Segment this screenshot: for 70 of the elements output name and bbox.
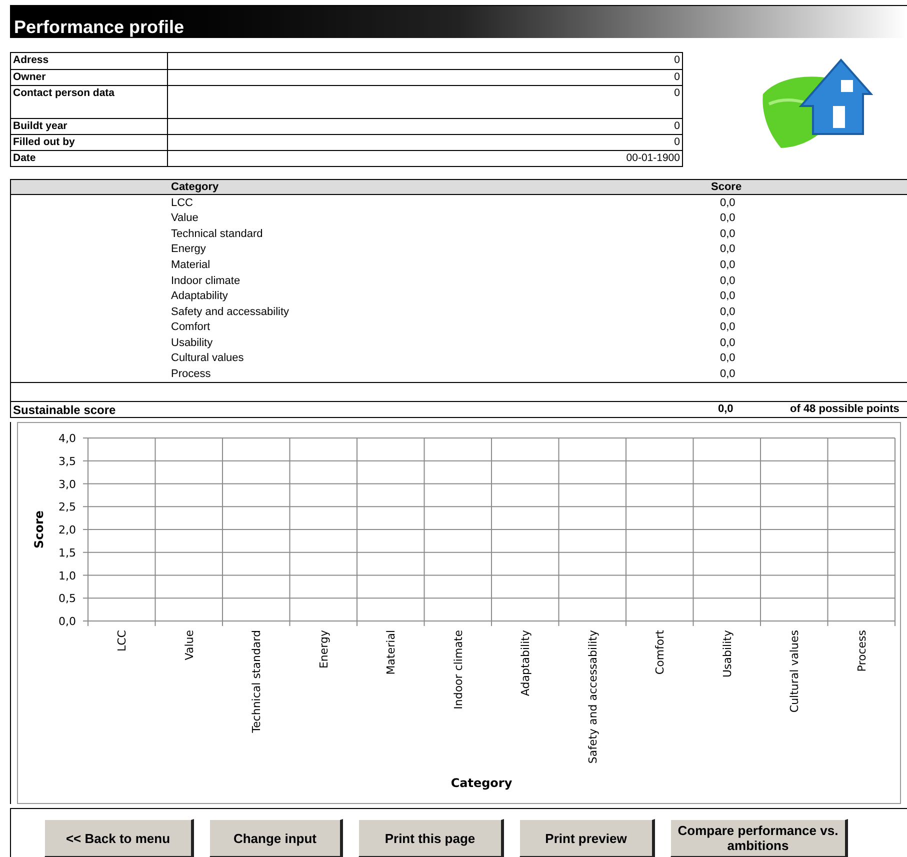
x-tick-label: Energy xyxy=(317,630,330,669)
info-value: 0 xyxy=(674,54,680,68)
summary-note: of 48 possible points xyxy=(790,402,900,418)
action-button[interactable]: Print preview xyxy=(519,819,655,857)
info-label: Contact person data xyxy=(13,87,116,100)
y-tick-label: 3,5 xyxy=(58,455,76,468)
x-tick-label: Cultural values xyxy=(788,630,802,713)
score-cell-text: 0,0 xyxy=(720,351,736,366)
action-button[interactable]: Compare performance vs. ambitions xyxy=(670,819,848,857)
column-header: Score xyxy=(711,180,742,195)
info-label: Owner xyxy=(13,71,47,84)
x-tick-label: Usability xyxy=(720,630,734,678)
info-label: Filled out by xyxy=(13,136,76,149)
y-tick-label: 2,5 xyxy=(58,500,76,514)
x-tick-label: Process xyxy=(855,630,868,672)
score-cell-text: 0,0 xyxy=(720,196,736,211)
page-title: Performance profile xyxy=(14,18,184,36)
summary-score: 0,0 xyxy=(718,402,734,418)
category-cell-text: Cultural values xyxy=(171,351,245,366)
category-cell-text: Value xyxy=(171,211,200,226)
category-cell-text: Comfort xyxy=(171,320,212,336)
category-cell-text: Energy xyxy=(171,242,207,258)
action-button[interactable]: << Back to menu xyxy=(44,819,194,857)
summary-label: Sustainable score xyxy=(13,402,117,419)
y-tick-label: 0,5 xyxy=(58,592,76,606)
category-cell-text: Usability xyxy=(171,336,214,351)
category-cell-text: Material xyxy=(171,258,212,273)
score-cell-text: 0,0 xyxy=(720,289,736,304)
score-cell-text: 0,0 xyxy=(720,320,736,336)
x-tick-label: Technical standard xyxy=(250,630,264,733)
x-tick-label: Value xyxy=(182,630,196,660)
x-tick-label: Indoor climate xyxy=(452,630,465,710)
category-cell-text: Process xyxy=(171,367,212,382)
score-cell-text: 0,0 xyxy=(720,274,736,289)
y-tick-label: 4,0 xyxy=(58,432,76,446)
y-tick-label: 2,0 xyxy=(58,524,76,537)
y-tick-label: 3,0 xyxy=(58,478,76,491)
column-header: Category xyxy=(171,180,220,195)
info-value: 0 xyxy=(674,120,680,134)
info-label: Adress xyxy=(13,54,50,67)
info-label: Date xyxy=(13,152,37,165)
info-value: 00-01-1900 xyxy=(626,152,680,166)
x-tick-label: LCC xyxy=(116,630,129,652)
x-tick-label: Comfort xyxy=(654,630,667,675)
score-cell-text: 0,0 xyxy=(720,258,736,273)
x-tick-label: Adaptability xyxy=(519,630,532,696)
category-cell-text: LCC xyxy=(171,196,194,211)
score-cell-text: 0,0 xyxy=(720,211,736,226)
y-axis-title: Score xyxy=(32,510,46,549)
category-cell-text: Indoor climate xyxy=(171,274,242,289)
category-cell-text: Safety and accessability xyxy=(171,304,290,320)
y-tick-label: 1,0 xyxy=(58,569,76,582)
y-tick-label: 0,0 xyxy=(58,615,76,628)
y-tick-label: 1,5 xyxy=(58,546,76,560)
info-value: 0 xyxy=(674,87,680,101)
score-cell-text: 0,0 xyxy=(720,304,736,320)
category-cell-text: Adaptability xyxy=(171,289,229,304)
action-button[interactable]: Change input xyxy=(209,819,343,857)
action-button[interactable]: Print this page xyxy=(358,819,504,857)
info-value: 0 xyxy=(674,71,680,85)
category-cell-text: Technical standard xyxy=(171,226,264,242)
info-value: 0 xyxy=(674,136,680,150)
x-tick-label: Safety and accessability xyxy=(586,630,600,764)
score-cell-text: 0,0 xyxy=(720,336,736,351)
score-cell-text: 0,0 xyxy=(720,367,736,382)
score-cell-text: 0,0 xyxy=(720,242,736,258)
x-axis-title: Category xyxy=(450,776,512,790)
score-cell-text: 0,0 xyxy=(720,226,736,242)
info-label: Buildt year xyxy=(13,120,68,133)
x-tick-label: Material xyxy=(384,630,398,675)
